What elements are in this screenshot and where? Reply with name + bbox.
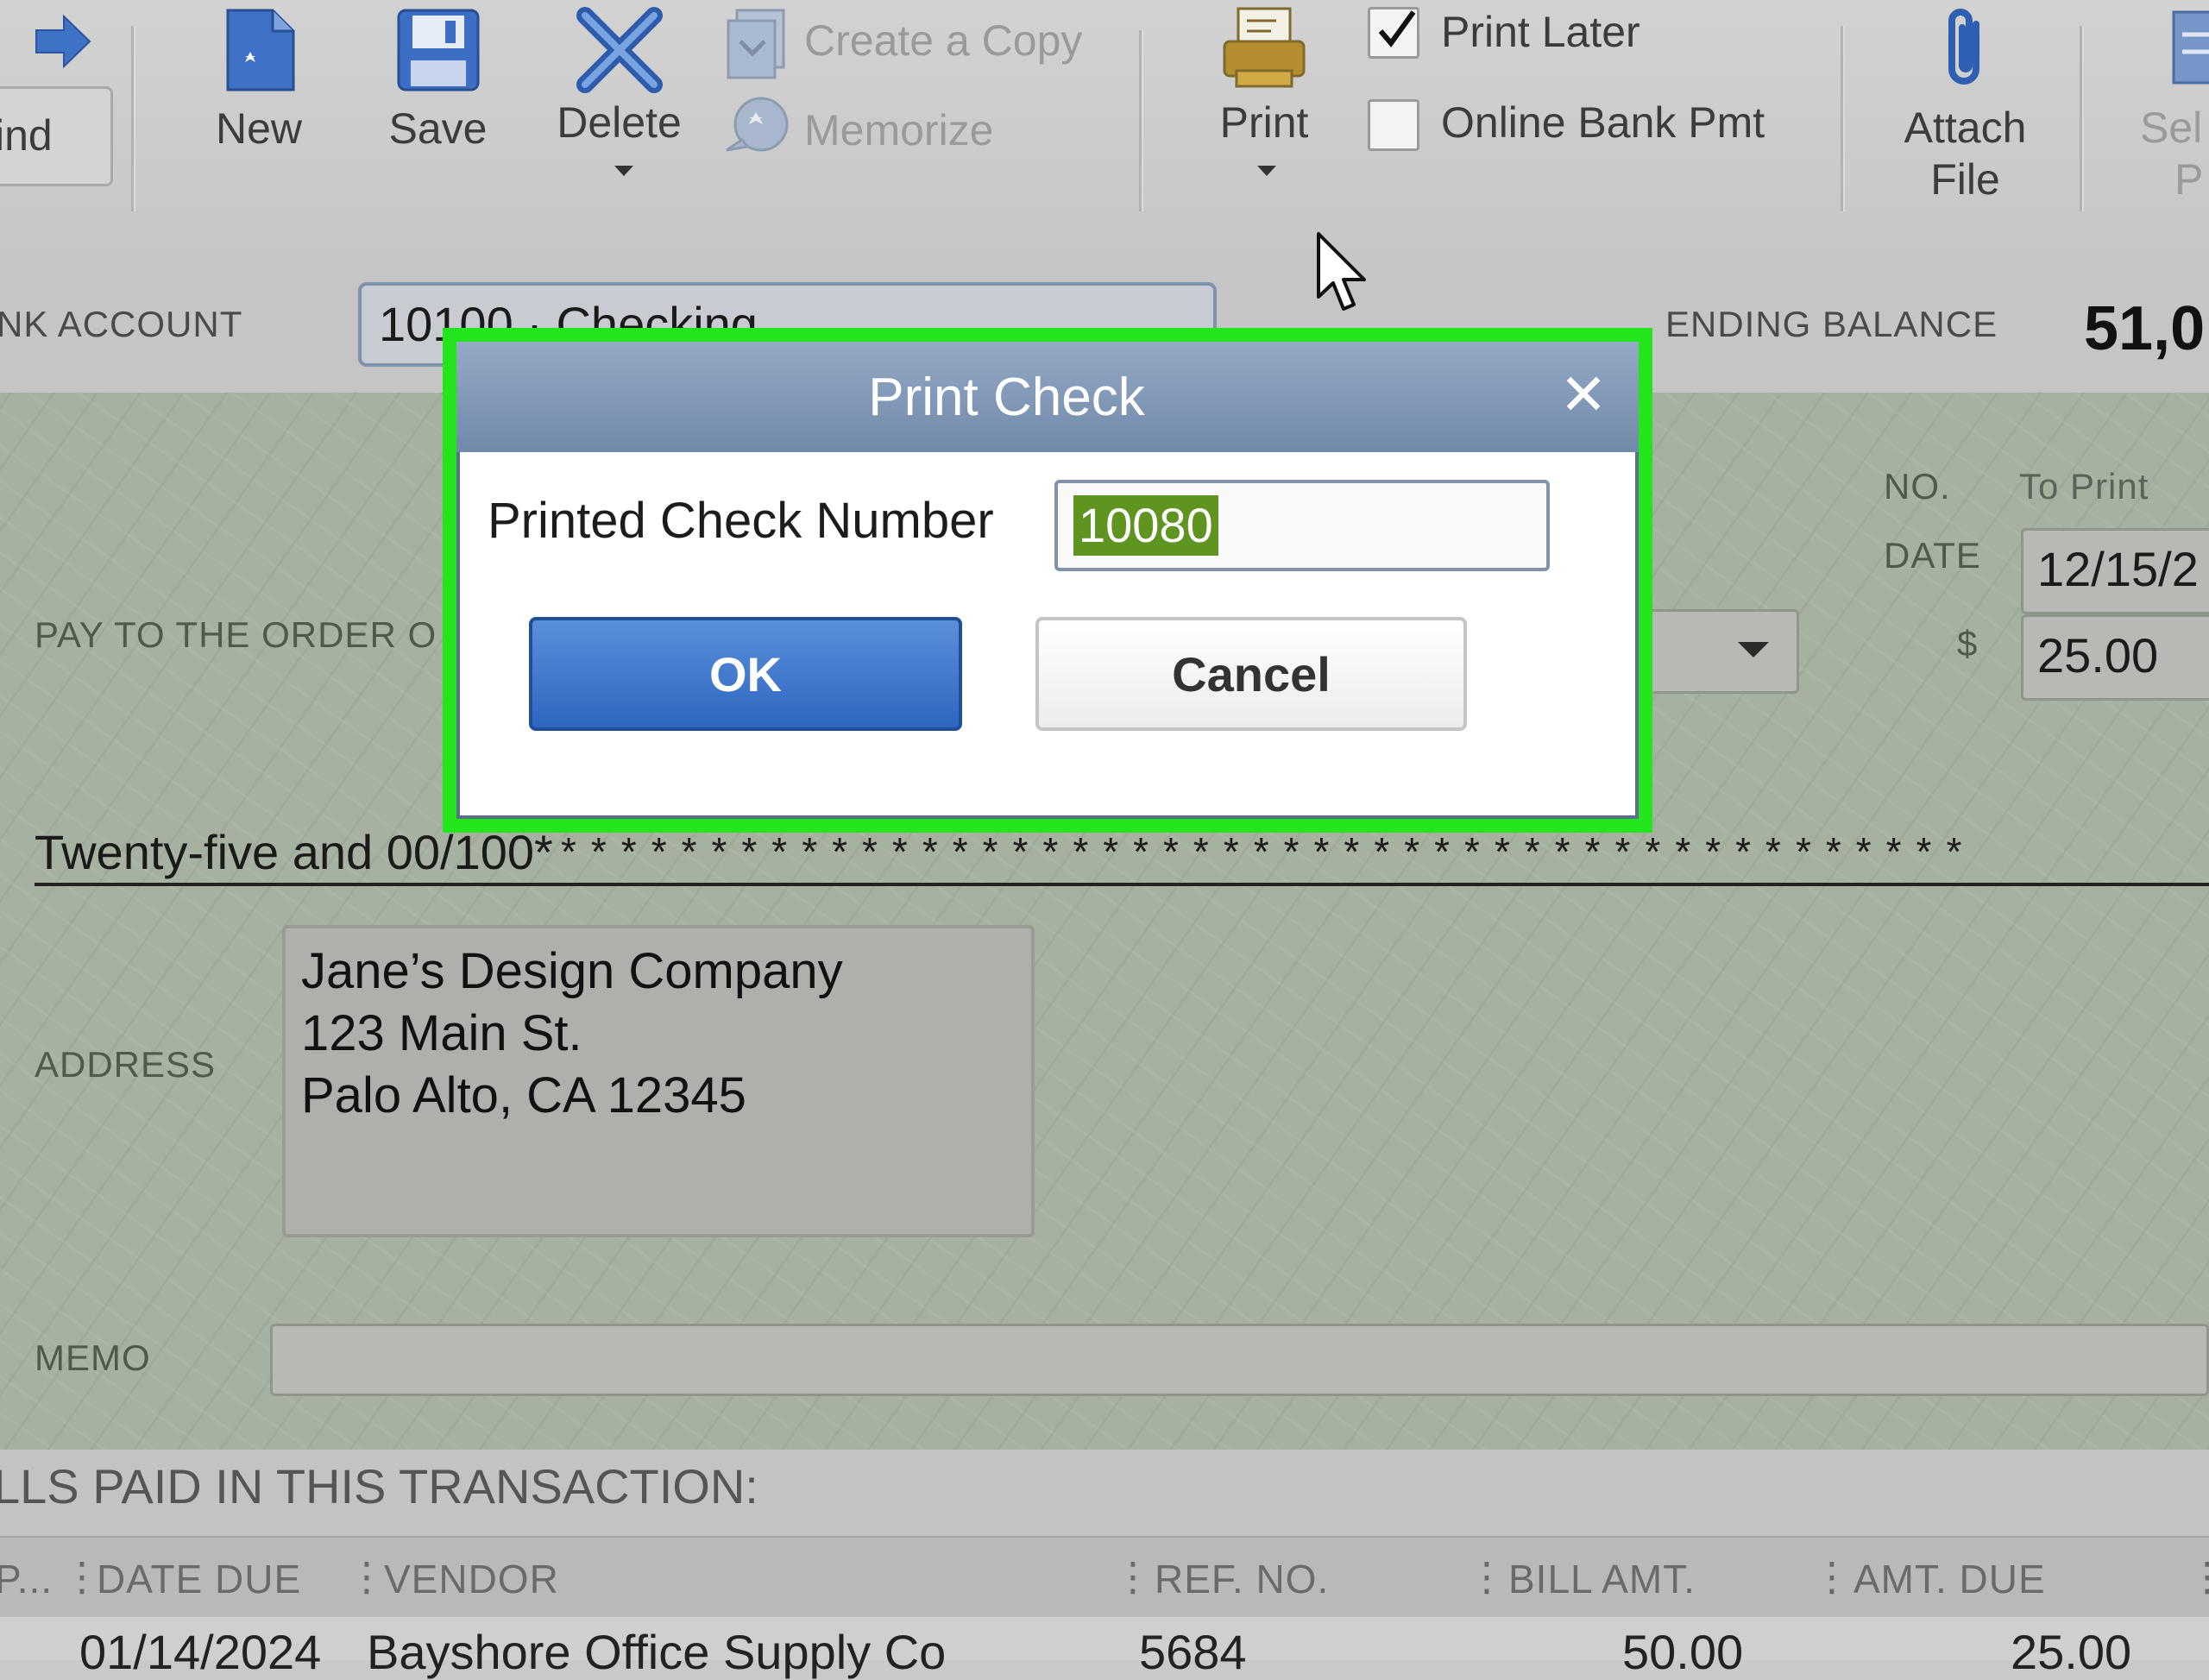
toolbar-divider	[1139, 30, 1143, 211]
online-bank-pmt-checkbox[interactable]	[1368, 99, 1419, 151]
cell-bill-amt: 50.00	[1622, 1625, 1744, 1679]
mouse-cursor-icon	[1317, 232, 1366, 311]
date-field[interactable]: 12/15/2	[2021, 528, 2209, 614]
print-dropdown-arrow-icon[interactable]	[1256, 164, 1278, 178]
date-label: DATE	[1884, 535, 1981, 576]
address-line: Palo Alto, CA 12345	[301, 1067, 746, 1123]
date-value: 12/15/2	[2037, 542, 2199, 596]
new-button[interactable]: New	[203, 104, 315, 154]
address-label: ADDRESS	[35, 1044, 217, 1085]
paperclip-icon[interactable]	[1942, 5, 1993, 91]
select-po-icon[interactable]	[2170, 9, 2209, 86]
column-header-amt-due[interactable]: AMT. DUE	[1853, 1556, 2046, 1602]
amount-value: 25.00	[2037, 628, 2159, 683]
toolbar-divider	[131, 26, 135, 211]
print-later-label: Print Later	[1441, 8, 1640, 56]
cancel-button-label: Cancel	[1172, 646, 1331, 702]
select-po-label-line-2: P	[2174, 155, 2204, 204]
toolbar-divider	[2080, 26, 2084, 211]
checkmark-icon	[1378, 10, 1416, 47]
save-disk-icon[interactable]	[395, 7, 481, 93]
bills-section-title: LLS PAID IN THIS TRANSACTION:	[0, 1459, 758, 1513]
save-button[interactable]: Save	[380, 104, 496, 154]
column-header-pay[interactable]: P...	[0, 1556, 53, 1602]
cell-ref-no: 5684	[1139, 1625, 1247, 1679]
address-line: 123 Main St.	[301, 1005, 582, 1061]
ending-balance-value: 51,0	[2084, 294, 2206, 363]
attach-file-button[interactable]: Attach File	[1890, 102, 2041, 205]
cancel-button[interactable]: Cancel	[1035, 617, 1467, 731]
memorize-icon	[726, 97, 789, 152]
cell-vendor: Bayshore Office Supply Co	[367, 1625, 947, 1679]
attach-file-label-line-1: Attach	[1904, 104, 2027, 152]
printer-icon[interactable]	[1221, 5, 1307, 91]
column-header-bill-amt[interactable]: BILL AMT.	[1508, 1556, 1696, 1602]
column-separator[interactable]: ⋮	[1113, 1553, 1153, 1600]
create-copy-icon	[727, 9, 785, 79]
toolbar-divider	[1841, 26, 1845, 211]
column-separator[interactable]: ⋮	[1467, 1553, 1507, 1600]
forward-arrow-icon[interactable]	[33, 13, 93, 70]
create-copy-button: Create a Copy	[804, 16, 1083, 65]
printed-check-number-label: Printed Check Number	[488, 493, 994, 549]
cell-amt-due: 25.00	[2011, 1625, 2132, 1679]
column-separator[interactable]: ⋮	[347, 1553, 387, 1600]
printed-check-number-value: 10080	[1073, 495, 1218, 556]
table-row[interactable]	[0, 1617, 2209, 1660]
column-header-ref-no[interactable]: REF. NO.	[1155, 1556, 1329, 1602]
check-no-label: NO.	[1884, 466, 1951, 507]
online-bank-pmt-label: Online Bank Pmt	[1441, 98, 1765, 147]
delete-x-icon[interactable]	[576, 7, 663, 93]
column-header-date-due[interactable]: DATE DUE	[97, 1556, 301, 1602]
ok-button-label: OK	[709, 646, 782, 702]
delete-dropdown-arrow-icon[interactable]	[613, 164, 635, 178]
dialog-title: Print Check	[868, 368, 1145, 427]
dollar-sign-label: $	[1957, 623, 1979, 664]
ok-button[interactable]: OK	[529, 617, 962, 731]
new-document-icon[interactable]	[224, 7, 297, 93]
cell-date-due: 01/14/2024	[79, 1625, 322, 1679]
check-no-value: To Print	[2019, 466, 2149, 507]
toolbar	[0, 0, 2209, 265]
close-icon[interactable]: ✕	[1558, 364, 1609, 425]
bank-account-label: NK ACCOUNT	[0, 304, 243, 344]
column-header-vendor[interactable]: VENDOR	[384, 1556, 559, 1602]
ending-balance-label: ENDING BALANCE	[1665, 304, 1998, 344]
delete-button[interactable]: Delete	[552, 98, 686, 148]
pay-to-label: PAY TO THE ORDER O	[35, 614, 437, 655]
address-textarea[interactable]: Jane’s Design Company 123 Main St. Palo …	[282, 925, 1035, 1237]
memo-field[interactable]	[270, 1324, 2209, 1396]
amount-underline	[35, 883, 2209, 886]
select-po-label-line-1: Sel	[2140, 104, 2203, 152]
print-button[interactable]: Print	[1204, 98, 1325, 148]
attach-file-label-line-2: File	[1930, 155, 2000, 204]
select-po-button[interactable]: Sel P	[2140, 102, 2203, 205]
memo-label: MEMO	[35, 1337, 151, 1378]
amount-fill-stars: ****************************************…	[561, 829, 1977, 874]
column-separator[interactable]: ⋮	[1812, 1553, 1852, 1600]
column-separator[interactable]: ⋮	[2187, 1553, 2209, 1600]
memorize-button: Memorize	[804, 106, 994, 154]
amount-field[interactable]: 25.00	[2021, 614, 2209, 701]
address-line: Jane’s Design Company	[301, 943, 843, 999]
find-button-label: ind	[0, 111, 53, 160]
payee-dropdown-arrow-icon[interactable]	[1734, 639, 1772, 661]
